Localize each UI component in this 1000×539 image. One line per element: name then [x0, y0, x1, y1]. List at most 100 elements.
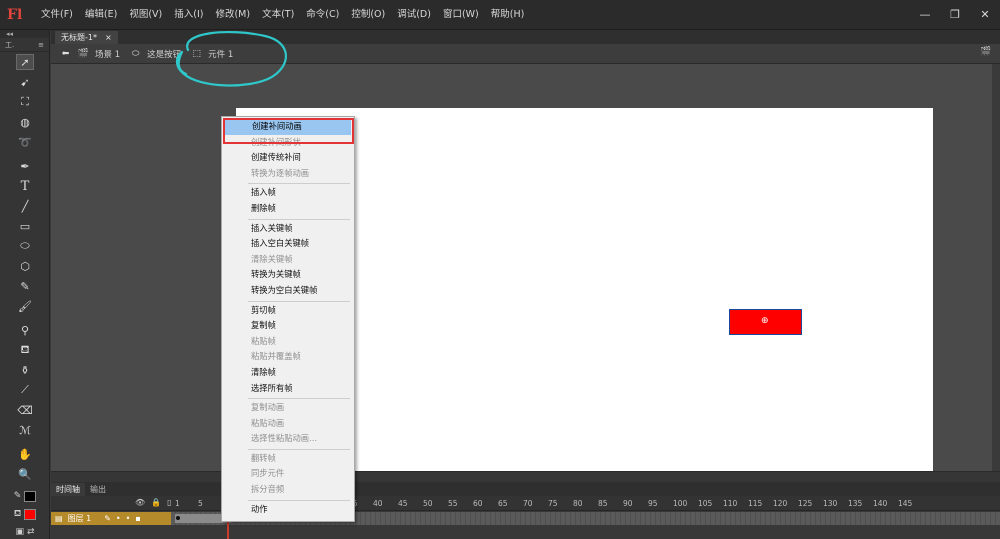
menu-item[interactable]: 编辑(E) [79, 0, 123, 30]
lasso-tool[interactable]: ➰ [0, 132, 50, 152]
close-button[interactable]: ✕ [970, 0, 1000, 30]
menu-separator [224, 299, 352, 303]
bone-icon: ⚲ [20, 323, 30, 337]
context-menu-item[interactable]: 插入帧 [224, 185, 352, 201]
breadcrumb-scene[interactable]: 场景 1 [95, 48, 120, 60]
app-logo: Fl [7, 6, 23, 23]
context-menu-item[interactable]: 创建补间动画 [225, 119, 351, 135]
back-arrow-icon[interactable]: ⬅ [59, 48, 72, 59]
menu-item[interactable]: 窗口(W) [437, 0, 485, 30]
menu-item[interactable]: 视图(V) [123, 0, 168, 30]
menu-item[interactable]: 插入(I) [168, 0, 209, 30]
oval-icon: ⬭ [20, 239, 30, 252]
stage-horizontal-scrollbar[interactable] [51, 471, 1000, 482]
width-tool[interactable]: ℳ [0, 420, 50, 440]
tab-timeline[interactable]: 时间轴 [51, 483, 85, 496]
tools-menu-icon[interactable]: ≡ [38, 38, 44, 51]
text-tool[interactable]: T [0, 176, 50, 196]
ruler-label: 125 [798, 499, 813, 508]
window-controls: — ❐ ✕ [910, 0, 1000, 30]
breadcrumb-symbol[interactable]: 元件 1 [208, 48, 233, 60]
context-menu-item: 转换为逐帧动画 [251, 167, 310, 178]
fill-color-swatch[interactable] [24, 508, 37, 520]
layer-outline-box[interactable]: ▪ [135, 514, 140, 523]
ruler-label: 60 [473, 499, 483, 508]
edit-scene-icon[interactable]: 🎬 [980, 47, 996, 61]
free-transform-tool[interactable]: ⛶ [0, 92, 50, 112]
menu-item[interactable]: 调试(D) [391, 0, 437, 30]
breadcrumb-button-symbol[interactable]: 这是按钮 [147, 48, 181, 60]
ink-bottle-tool[interactable]: ⚱ [0, 360, 50, 380]
default-colors-icon[interactable]: ▣ [15, 527, 24, 537]
fill-bucket-icon: ⛾ [13, 508, 22, 519]
subselection-tool[interactable]: ➹ [0, 72, 50, 92]
zoom-tool[interactable]: 🔍 [0, 464, 50, 484]
menu-separator [224, 498, 352, 502]
menu-item[interactable]: 修改(M) [209, 0, 256, 30]
selection-tool[interactable]: ➚ [0, 52, 50, 72]
ruler-label: 140 [873, 499, 888, 508]
3d-rotation-tool[interactable]: ◍ [0, 112, 50, 132]
context-menu-item[interactable]: 删除帧 [224, 201, 352, 217]
pen-icon: ✒ [20, 159, 30, 173]
edit-bar: ⬅ 🎬 场景 1 ⬭ 这是按钮 ⬚ 元件 1 🎬 [51, 44, 1000, 64]
bone-tool[interactable]: ⚲ [0, 320, 50, 340]
tools-title-label: 工. [5, 41, 15, 49]
swap-colors-icon[interactable]: ⇄ [27, 527, 35, 537]
stage-vertical-scrollbar[interactable] [992, 64, 1000, 471]
eyedropper-tool[interactable]: ⟋ [0, 380, 50, 400]
timeline-tab-bar: 时间轴 输出 [51, 482, 1000, 496]
ruler-label: 1 [175, 499, 180, 508]
document-tab[interactable]: 无标题-1* × [55, 31, 118, 44]
menu-item[interactable]: 文本(T) [256, 0, 300, 30]
ruler-label: 75 [548, 499, 558, 508]
brush-tool[interactable]: 🖌 [0, 296, 50, 316]
pen-tool[interactable]: ✒ [0, 156, 50, 176]
show-hide-icon[interactable]: 👁 [135, 498, 145, 507]
layer-toggle-icons: 👁 🔒 ▯ [135, 498, 172, 507]
context-menu-item[interactable]: 转换为关键帧 [224, 267, 352, 283]
menu-item[interactable]: 控制(O) [345, 0, 391, 30]
context-menu-item[interactable]: 动作 [224, 502, 352, 518]
menu-bar: Fl 文件(F) 编辑(E) 视图(V) 插入(I) 修改(M) 文本(T) 命令(C) 控制… [0, 0, 1000, 30]
menu-item[interactable]: 帮助(H) [485, 0, 531, 30]
pencil-tool[interactable]: ✎ [0, 276, 50, 296]
keyframe-dot[interactable] [176, 516, 180, 520]
stroke-color-swatch[interactable] [24, 490, 37, 502]
stroke-color-row: ✎ [0, 488, 50, 504]
eraser-tool[interactable]: ⌫ [0, 400, 50, 420]
oval-tool[interactable]: ⬭ [0, 236, 50, 256]
context-menu-item[interactable]: 清除帧 [224, 365, 352, 381]
context-menu-item[interactable]: 插入空白关键帧 [224, 236, 352, 252]
red-rectangle-symbol[interactable]: ⊕ [729, 309, 802, 335]
ruler-label: 85 [598, 499, 608, 508]
paint-bucket-tool[interactable]: ⛾ [0, 340, 50, 360]
context-menu-item[interactable]: 剪切帧 [224, 303, 352, 319]
menu-item[interactable]: 文件(F) [35, 0, 79, 30]
layer-lock-dot[interactable]: • [126, 514, 131, 523]
lock-icon[interactable]: 🔒 [151, 498, 161, 507]
line-tool[interactable]: ╱ [0, 196, 50, 216]
minimize-button[interactable]: — [910, 0, 940, 30]
menu-item[interactable]: 命令(C) [300, 0, 345, 30]
rectangle-icon: ▭ [19, 219, 31, 233]
tab-output[interactable]: 输出 [85, 483, 111, 496]
eraser-icon: ⌫ [17, 403, 33, 417]
context-menu-item[interactable]: 插入关键帧 [224, 221, 352, 237]
context-menu-item[interactable]: 转换为空白关键帧 [224, 283, 352, 299]
context-menu-item[interactable]: 创建传统补间 [224, 150, 352, 166]
context-menu-item[interactable]: 选择所有帧 [224, 381, 352, 397]
menu-separator [224, 217, 352, 221]
polystar-tool[interactable]: ⬡ [0, 256, 50, 276]
context-menu-item[interactable]: 复制帧 [224, 318, 352, 334]
layer-row[interactable]: ▤ 图层 1 ✎ • • ▪ [51, 512, 1000, 525]
tools-collapse[interactable]: ◂◂ [0, 30, 49, 38]
ruler-label: 135 [848, 499, 863, 508]
menu-items: 文件(F) 编辑(E) 视图(V) 插入(I) 修改(M) 文本(T) 命令(C) 控制(O)… [35, 0, 530, 30]
document-tab-close-icon[interactable]: × [105, 31, 112, 44]
rectangle-tool[interactable]: ▭ [0, 216, 50, 236]
restore-button[interactable]: ❐ [940, 0, 970, 30]
layer-name-cell[interactable]: ▤ 图层 1 ✎ • • ▪ [51, 512, 171, 525]
layer-visible-dot[interactable]: • [116, 514, 121, 523]
hand-tool[interactable]: ✋ [0, 444, 50, 464]
